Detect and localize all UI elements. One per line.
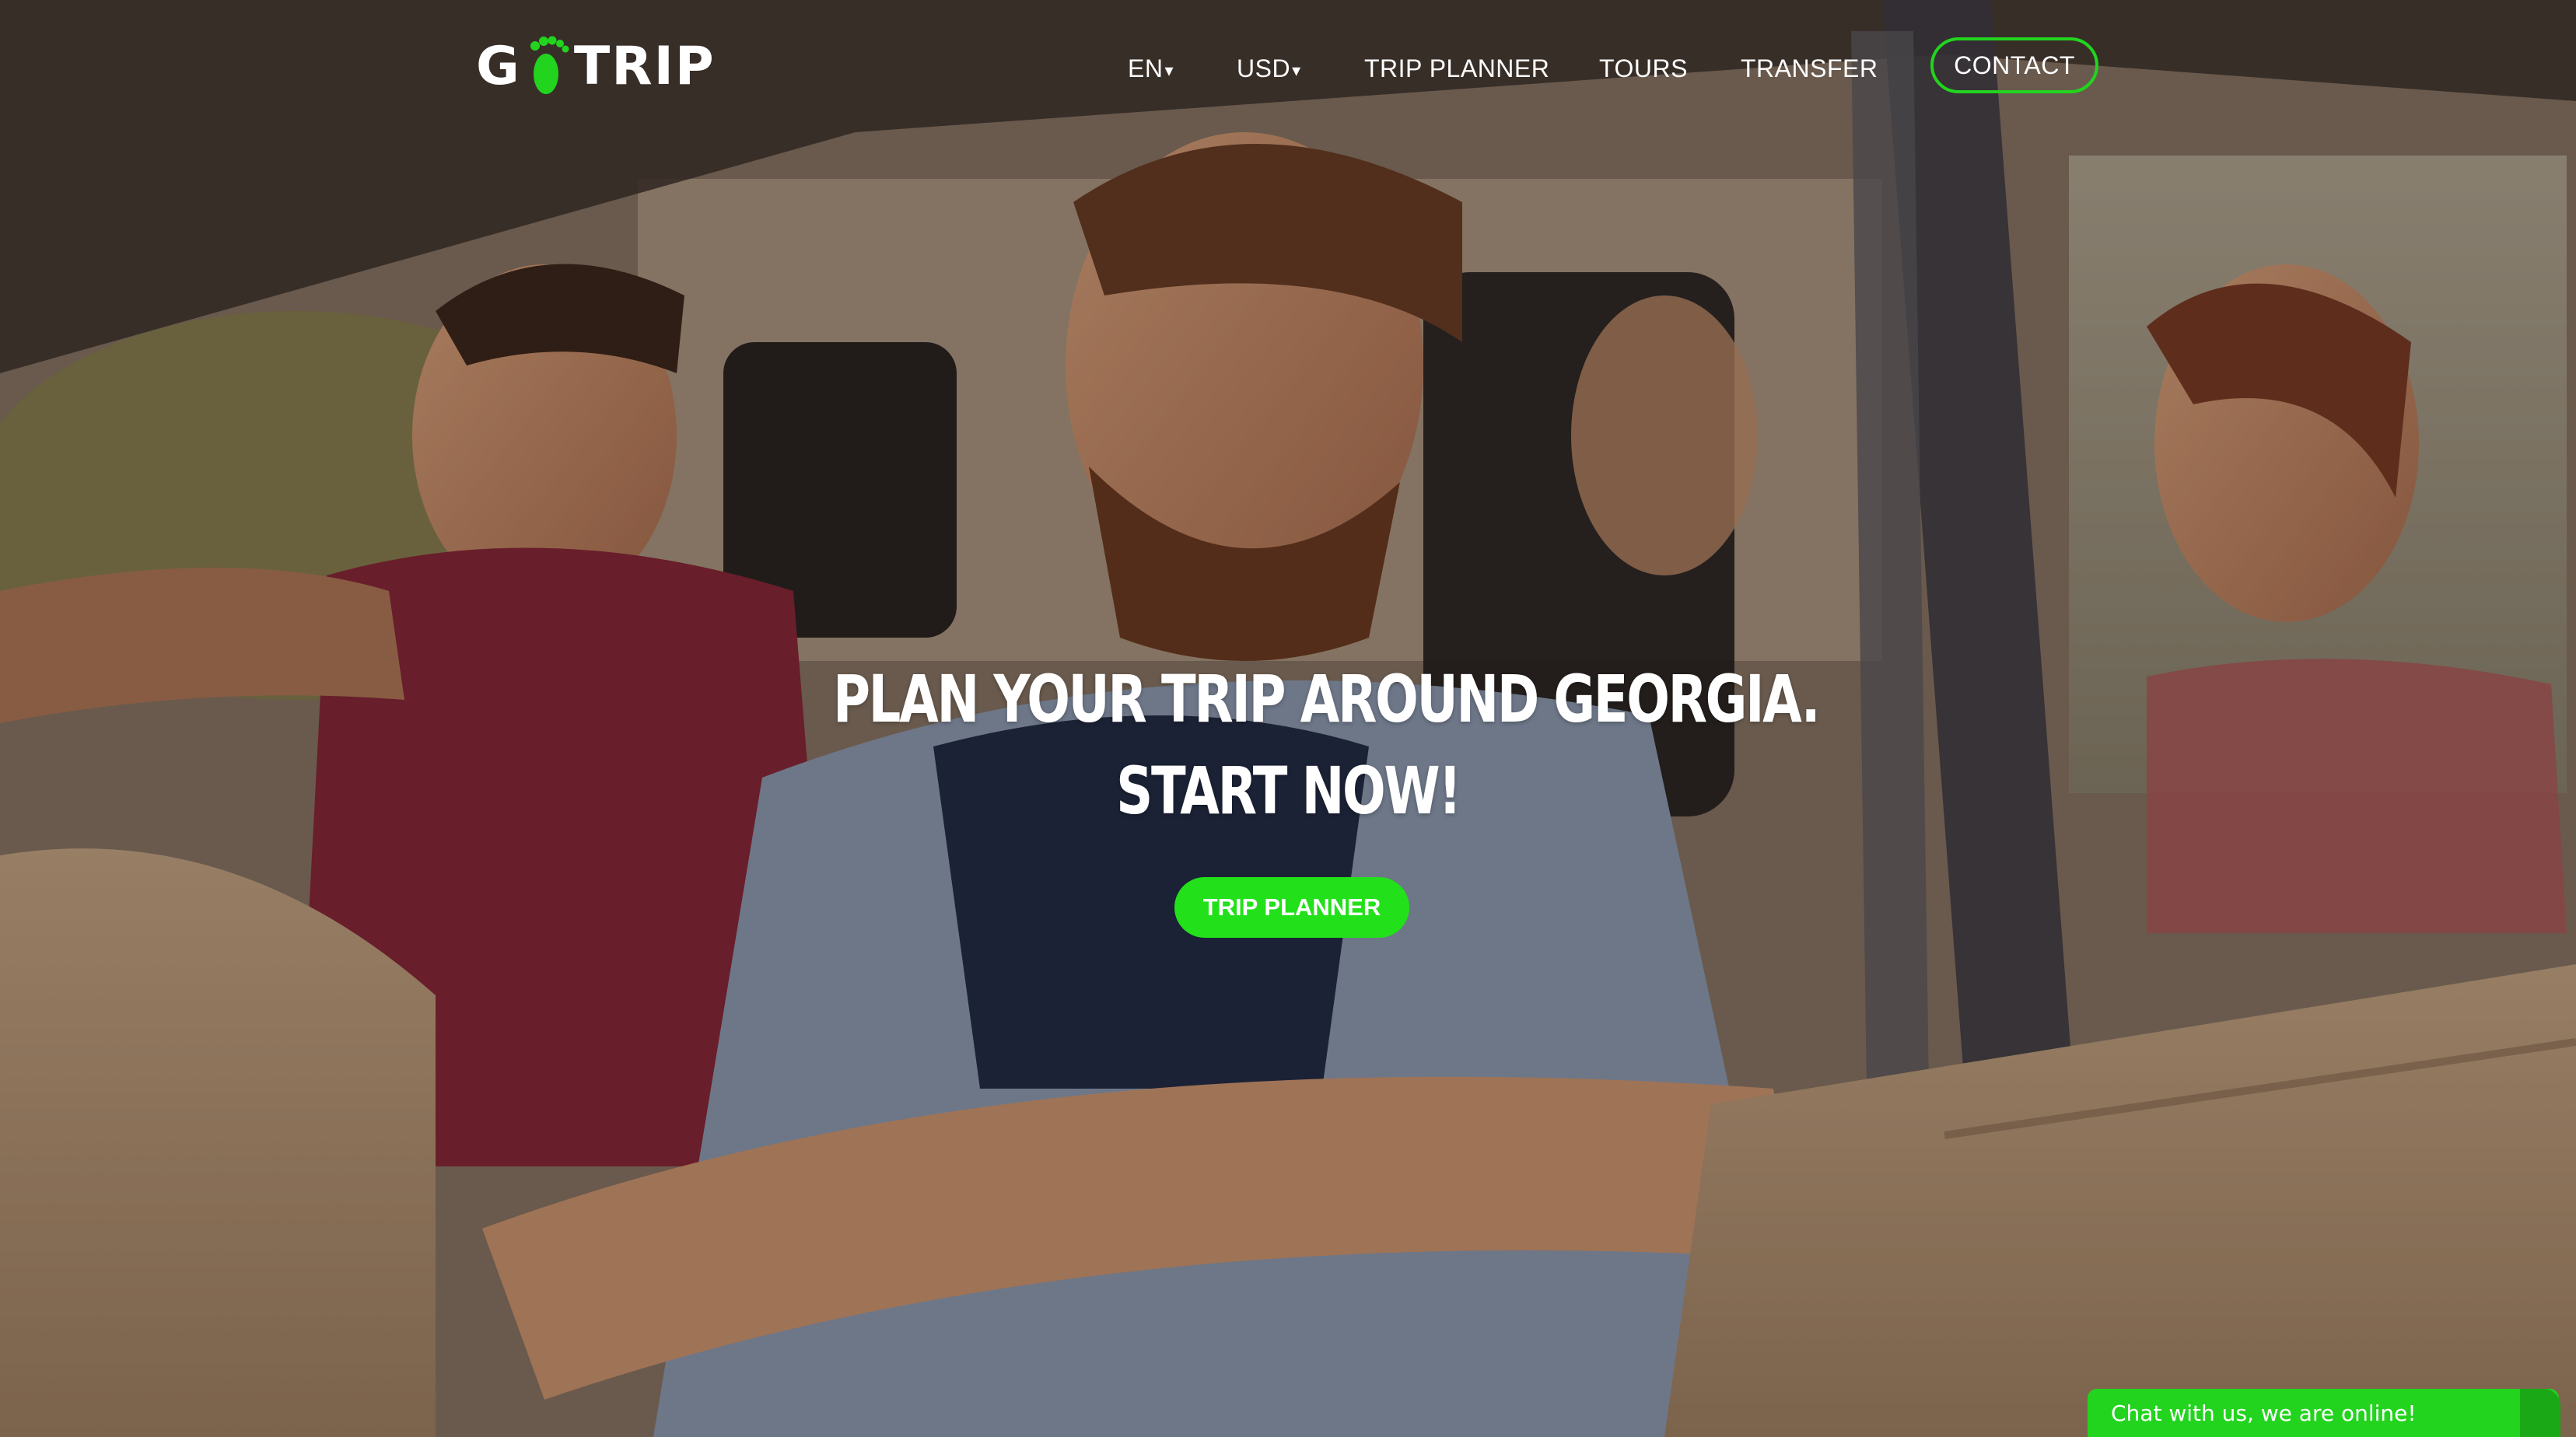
site-header: G TRIP EN▾ USD▾ TRIP PLANNER TOURS TRANS… — [0, 0, 2576, 140]
main-navigation: EN▾ USD▾ TRIP PLANNER TOURS TRANSFER CON… — [0, 37, 2576, 100]
hero-section: G TRIP EN▾ USD▾ TRIP PLANNER TOURS TRANS… — [0, 0, 2576, 1437]
nav-link-trip-planner[interactable]: TRIP PLANNER — [1364, 54, 1549, 83]
live-chat-widget[interactable]: Chat with us, we are online! — [2088, 1389, 2559, 1437]
currency-selector[interactable]: USD▾ — [1237, 54, 1301, 83]
hero-headline-line-2: START NOW! — [1116, 753, 1461, 829]
chevron-down-icon: ▾ — [1292, 60, 1301, 80]
chat-expand-tab[interactable] — [2520, 1389, 2560, 1437]
chat-label: Chat with us, we are online! — [2111, 1400, 2417, 1426]
chevron-down-icon: ▾ — [1164, 60, 1174, 80]
nav-link-transfer[interactable]: TRANSFER — [1741, 54, 1878, 83]
nav-link-tours[interactable]: TOURS — [1599, 54, 1688, 83]
trip-planner-cta-button[interactable]: TRIP PLANNER — [1174, 877, 1409, 938]
language-selector[interactable]: EN▾ — [1128, 54, 1174, 83]
hero-headline-line-1: PLAN YOUR TRIP AROUND GEORGIA. — [833, 661, 1821, 737]
hero-headline: PLAN YOUR TRIP AROUND GEORGIA. START NOW… — [833, 653, 1821, 837]
contact-button[interactable]: CONTACT — [1930, 37, 2098, 93]
currency-value: USD — [1237, 54, 1291, 82]
language-value: EN — [1128, 54, 1164, 82]
